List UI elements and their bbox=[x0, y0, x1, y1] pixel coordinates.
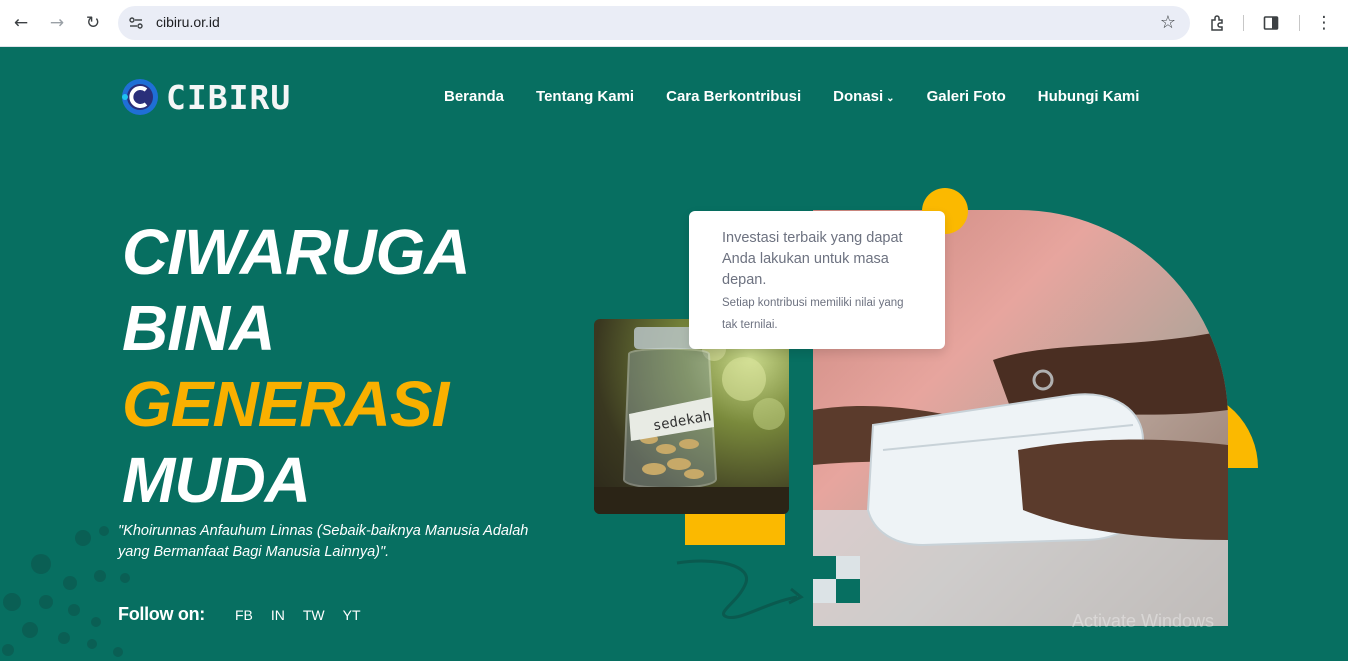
hero-title-line4: MUDA bbox=[122, 444, 311, 516]
hero-quote: "Khoirunnas Anfauhum Linnas (Sebaik-baik… bbox=[118, 523, 529, 560]
toolbar-separator bbox=[1299, 15, 1300, 31]
quote-card: Investasi terbaik yang dapat Anda lakuka… bbox=[689, 211, 945, 349]
social-youtube-link[interactable]: YT bbox=[343, 607, 361, 623]
chevron-down-icon: ⌄ bbox=[886, 93, 895, 104]
windows-activation-watermark: Activate Windows bbox=[1072, 611, 1215, 631]
browser-toolbar: ← → ↻ cibiru.or.id ☆ ⋮ bbox=[0, 0, 1348, 47]
menu-kebab-icon[interactable]: ⋮ bbox=[1312, 11, 1336, 35]
bookmark-star-icon[interactable]: ☆ bbox=[1160, 12, 1176, 33]
decorative-checker bbox=[813, 556, 860, 603]
side-panel-icon[interactable] bbox=[1259, 11, 1283, 35]
main-nav: Beranda Tentang Kami Cara Berkontribusi … bbox=[444, 88, 1171, 105]
decorative-arrow-icon bbox=[676, 559, 804, 620]
decorative-yellow-bar bbox=[685, 511, 785, 545]
address-bar[interactable]: cibiru.or.id ☆ bbox=[118, 6, 1190, 40]
hero-title-line2: BINA bbox=[122, 292, 275, 364]
nav-donasi-label: Donasi bbox=[833, 88, 884, 105]
social-facebook-link[interactable]: FB bbox=[235, 607, 253, 623]
logo-icon bbox=[122, 79, 158, 115]
reload-icon[interactable]: ↻ bbox=[81, 11, 105, 35]
follow-on: Follow on: FB IN TW YT bbox=[118, 604, 379, 625]
hero-title: CIWARUGA BINA GENERASI MUDA bbox=[122, 214, 471, 518]
nav-beranda[interactable]: Beranda bbox=[444, 88, 504, 105]
nav-donasi[interactable]: Donasi ⌄ bbox=[833, 88, 894, 105]
toolbar-separator bbox=[1243, 15, 1244, 31]
nav-cara-berkontribusi[interactable]: Cara Berkontribusi bbox=[666, 88, 801, 105]
social-instagram-link[interactable]: IN bbox=[271, 607, 285, 623]
card-main-text: Investasi terbaik yang dapat Anda lakuka… bbox=[722, 230, 903, 288]
hero-title-line3: GENERASI bbox=[122, 368, 449, 440]
nav-hubungi-kami[interactable]: Hubungi Kami bbox=[1038, 88, 1140, 105]
nav-galeri-foto[interactable]: Galeri Foto bbox=[927, 88, 1006, 105]
forward-icon[interactable]: → bbox=[45, 11, 69, 35]
back-icon[interactable]: ← bbox=[9, 11, 33, 35]
site-settings-icon[interactable] bbox=[128, 15, 144, 31]
extensions-icon[interactable] bbox=[1206, 11, 1230, 35]
site-logo[interactable]: CIBIRU bbox=[120, 77, 291, 117]
follow-label: Follow on: bbox=[118, 604, 205, 624]
nav-tentang-kami[interactable]: Tentang Kami bbox=[536, 88, 634, 105]
card-sub-text: Setiap kontribusi memiliki nilai yang ta… bbox=[722, 297, 904, 331]
hero-title-line1: CIWARUGA bbox=[122, 216, 471, 288]
logo-text: CIBIRU bbox=[166, 77, 292, 117]
url-text[interactable]: cibiru.or.id bbox=[156, 14, 220, 30]
decorative-dots bbox=[2, 526, 130, 657]
social-twitter-link[interactable]: TW bbox=[303, 607, 325, 623]
